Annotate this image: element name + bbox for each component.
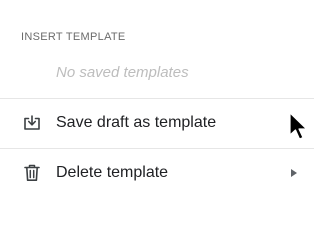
delete-template-label: Delete template <box>56 164 169 181</box>
save-template-icon <box>21 112 43 134</box>
empty-templates-note: No saved templates <box>56 64 189 81</box>
chevron-right-icon <box>289 118 299 128</box>
delete-template-item[interactable]: Delete template <box>0 149 314 197</box>
save-draft-as-template-label: Save draft as template <box>56 114 217 131</box>
section-header-insert-template: INSERT TEMPLATE <box>21 31 126 43</box>
save-draft-as-template-item[interactable]: Save draft as template <box>0 99 314 147</box>
template-menu: INSERT TEMPLATE No saved templates Save … <box>0 0 314 215</box>
trash-icon <box>21 162 43 184</box>
chevron-right-icon <box>289 168 299 178</box>
